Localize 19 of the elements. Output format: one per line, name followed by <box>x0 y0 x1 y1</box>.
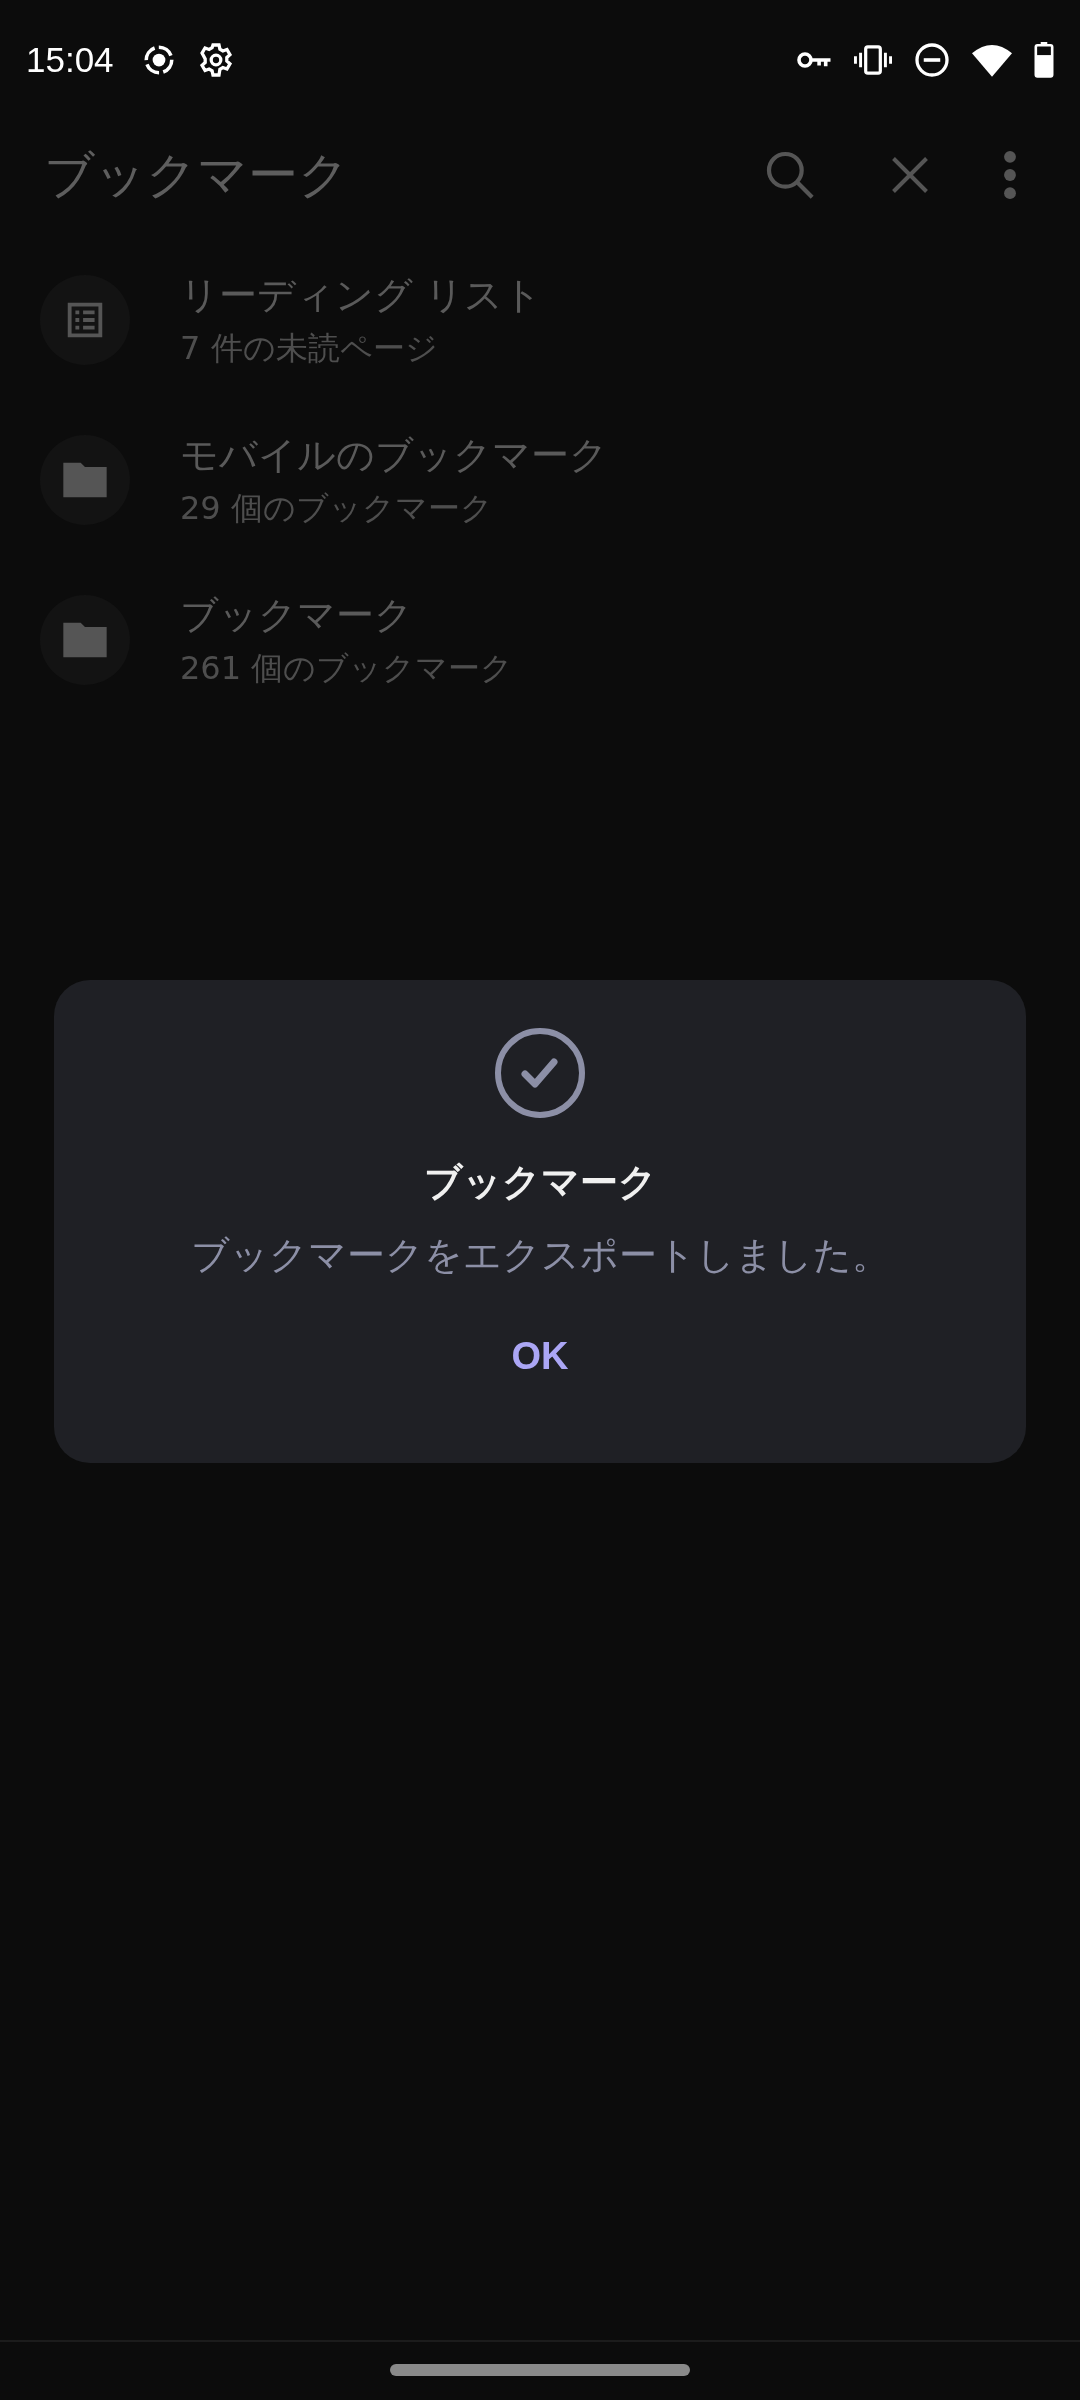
item-subtitle: 261 個のブックマーク <box>180 647 514 689</box>
home-handle[interactable] <box>390 2364 690 2376</box>
clock: 15:04 <box>26 40 114 80</box>
dialog-message: ブックマークをエクスポートしました。 <box>190 1232 890 1279</box>
settings-icon <box>197 42 234 78</box>
ok-button[interactable]: OK <box>491 1325 589 1388</box>
more-icon <box>1003 150 1017 200</box>
item-subtitle: 7 件の未読ページ <box>180 327 439 369</box>
item-title[interactable]: ブックマーク <box>180 589 514 641</box>
page-title: ブックマーク <box>44 144 350 206</box>
item-title[interactable]: モバイルのブックマーク <box>180 429 608 481</box>
item-title[interactable]: リーディング リスト <box>180 269 543 321</box>
dialog-title: ブックマーク <box>423 1159 657 1206</box>
wifi-icon <box>972 43 1012 77</box>
vibrate-icon <box>854 45 892 75</box>
check-circle-icon <box>494 1027 586 1119</box>
item-subtitle: 29 個のブックマーク <box>180 487 494 529</box>
do-not-disturb-icon <box>914 42 950 78</box>
battery-icon <box>1034 42 1054 78</box>
